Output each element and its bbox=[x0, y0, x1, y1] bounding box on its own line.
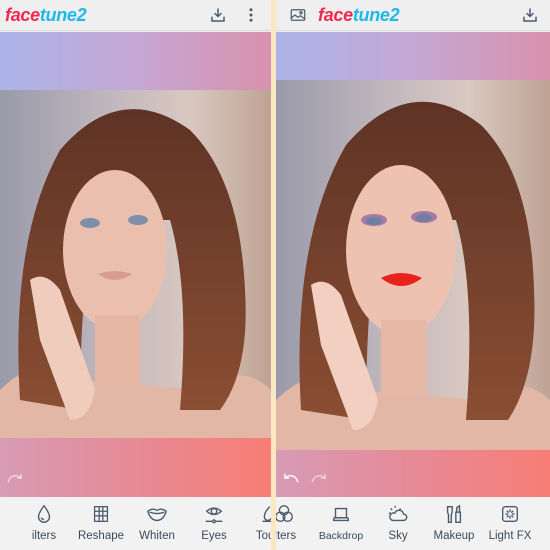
eye-slider-icon bbox=[205, 507, 223, 524]
portrait-illustration bbox=[0, 109, 271, 438]
tool-reshape[interactable]: Reshape bbox=[71, 503, 131, 542]
logo-tune-text: tune2 bbox=[39, 5, 87, 25]
tool-eyes[interactable]: Eyes bbox=[184, 503, 244, 542]
tool-label: Eyes bbox=[201, 530, 227, 542]
download-icon bbox=[523, 8, 537, 22]
canvas-top-band bbox=[276, 32, 550, 80]
gallery-icon bbox=[290, 9, 306, 21]
gallery-button[interactable] bbox=[288, 5, 308, 25]
touch-up-icon bbox=[262, 506, 271, 523]
tool-smooth[interactable]: ilters bbox=[14, 503, 74, 542]
right-eye bbox=[128, 215, 148, 225]
light-fx-icon bbox=[501, 505, 519, 523]
undo-redo-controls bbox=[6, 471, 24, 485]
app-header: facetune2 bbox=[276, 0, 550, 31]
backdrop-icon bbox=[332, 507, 350, 522]
sky-icon bbox=[388, 505, 408, 522]
tool-label: Touc bbox=[255, 530, 271, 542]
neck bbox=[381, 320, 427, 395]
redo-icon[interactable] bbox=[6, 471, 24, 485]
tool-label: ilters bbox=[31, 530, 57, 542]
logo-tune-text: tune2 bbox=[352, 5, 400, 25]
filters-icon bbox=[276, 505, 293, 523]
tools-toolbar: ilters Reshape Whiten Eyes Touc bbox=[0, 497, 271, 550]
facetune2-logo: facetune2 bbox=[318, 5, 400, 26]
tool-makeup[interactable]: Makeup bbox=[424, 503, 484, 542]
comparison-screen: facetune2 ilters Reshape Whiten Eyes To … bbox=[0, 0, 550, 550]
canvas-top-band bbox=[0, 32, 271, 90]
undo-icon[interactable] bbox=[282, 471, 300, 485]
face bbox=[346, 165, 456, 335]
facetune2-logo: facetune2 bbox=[5, 5, 87, 26]
photo-canvas bbox=[276, 32, 550, 497]
droplet-icon bbox=[37, 504, 51, 523]
face bbox=[63, 170, 167, 330]
before-app-screen: facetune2 ilters Reshape Whiten Eyes To bbox=[0, 0, 271, 550]
tool-sky[interactable]: Sky bbox=[368, 503, 428, 542]
tool-label: Backdrop bbox=[318, 530, 364, 542]
canvas-bottom-band bbox=[0, 438, 271, 497]
grid-icon bbox=[93, 506, 109, 522]
left-eye bbox=[80, 218, 100, 228]
portrait-photo-edited[interactable] bbox=[276, 80, 550, 450]
lips-icon bbox=[147, 508, 167, 522]
download-icon bbox=[211, 8, 225, 22]
tool-touch-up[interactable]: Touc bbox=[238, 503, 271, 542]
portrait-photo-original[interactable] bbox=[0, 90, 271, 438]
canvas-bottom-band bbox=[276, 450, 550, 497]
download-button[interactable] bbox=[208, 5, 228, 25]
tool-label: Whiten bbox=[139, 530, 175, 542]
more-vert-icon bbox=[249, 8, 253, 22]
tool-label: ilters bbox=[276, 530, 297, 542]
undo-redo-controls bbox=[282, 471, 328, 485]
redo-icon[interactable] bbox=[310, 471, 328, 485]
tool-label: Reshape bbox=[77, 530, 125, 542]
tools-toolbar: ilters Backdrop Sky Makeup Light FX bbox=[276, 497, 550, 550]
left-eye bbox=[366, 217, 382, 225]
logo-face-text: face bbox=[318, 5, 353, 25]
logo-face-text: face bbox=[5, 5, 40, 25]
photo-canvas bbox=[0, 32, 271, 497]
portrait-illustration bbox=[276, 101, 550, 450]
app-header: facetune2 bbox=[0, 0, 271, 31]
tool-label: Sky bbox=[388, 530, 408, 542]
download-button[interactable] bbox=[520, 5, 540, 25]
tool-label: Light FX bbox=[488, 530, 532, 542]
right-eye bbox=[416, 214, 432, 222]
tool-filters[interactable]: ilters bbox=[276, 503, 314, 542]
tool-light-fx[interactable]: Light FX bbox=[480, 503, 540, 542]
more-options-button[interactable] bbox=[241, 5, 261, 25]
tool-backdrop[interactable]: Backdrop bbox=[311, 503, 371, 542]
makeup-icon bbox=[446, 504, 462, 523]
tool-label: Makeup bbox=[433, 530, 475, 542]
tool-whiten[interactable]: Whiten bbox=[127, 503, 187, 542]
after-app-screen: facetune2 ters Backdrop Sky Makeup Light… bbox=[276, 0, 550, 550]
neck bbox=[95, 315, 140, 385]
